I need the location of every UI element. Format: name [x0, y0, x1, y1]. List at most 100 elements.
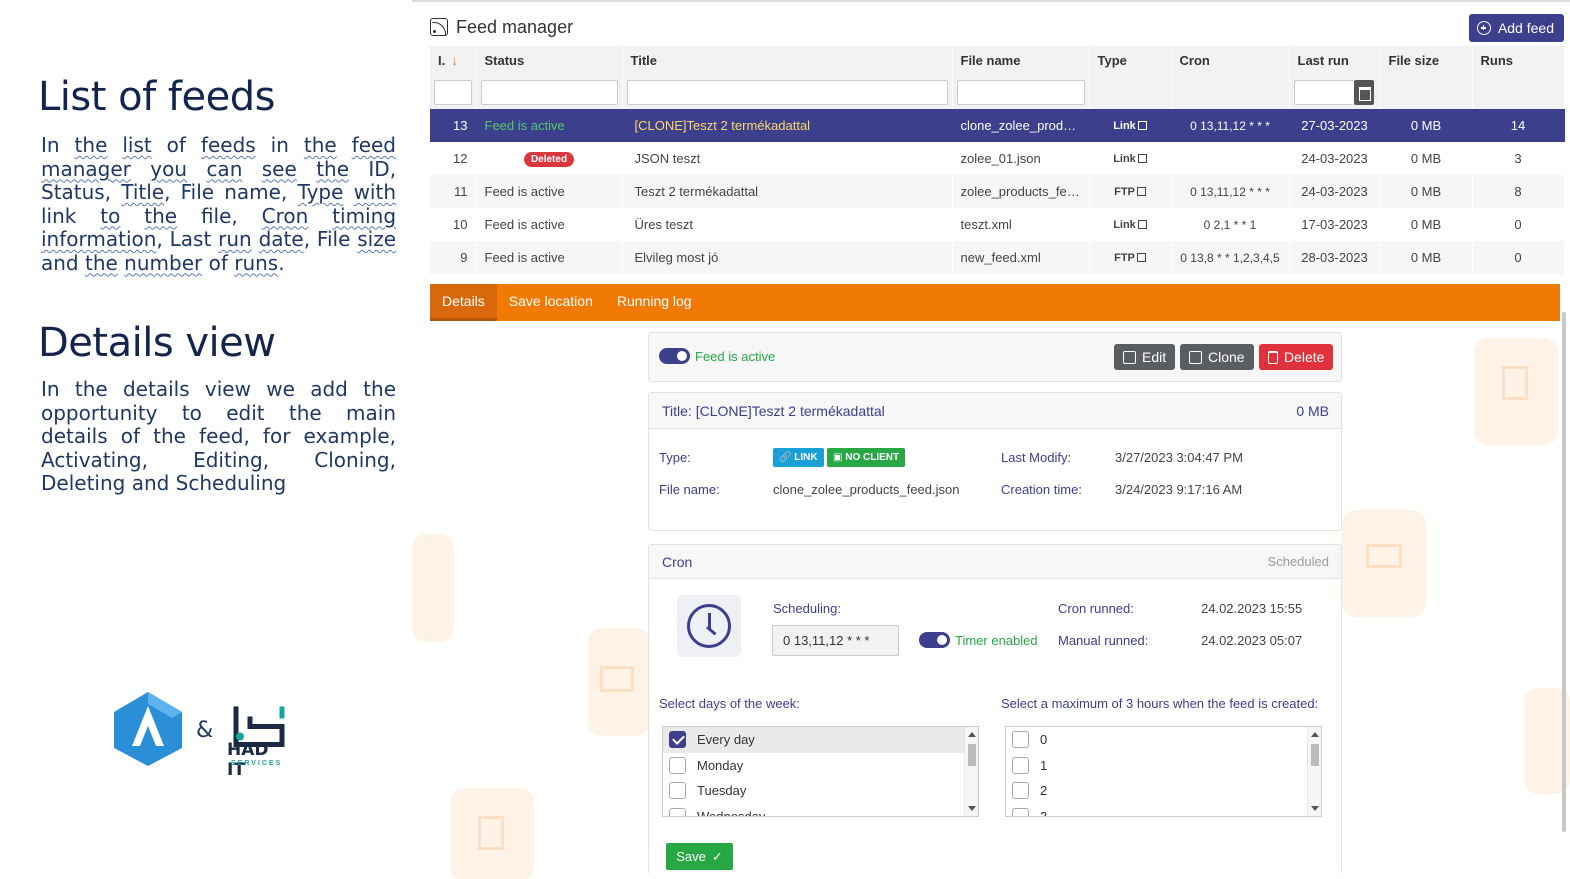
id-cell: 13 — [430, 109, 477, 142]
filter-file-name-input[interactable] — [956, 79, 1085, 105]
clone-label: Clone — [1208, 349, 1245, 365]
last-run-cell: 28-03-2023 — [1289, 241, 1381, 274]
column-header-id[interactable]: I. ↓ — [430, 46, 477, 75]
add-feed-button[interactable]: Add feed — [1468, 14, 1564, 42]
file-size-cell: 0 MB — [1380, 175, 1473, 208]
column-header-file-name[interactable]: File name — [952, 46, 1090, 75]
status-cell: Deleted — [476, 142, 623, 175]
checkbox[interactable] — [669, 807, 686, 816]
column-header-title[interactable]: Title — [622, 46, 953, 75]
type-label: Type: — [659, 450, 691, 465]
column-header-status[interactable]: Status — [476, 46, 623, 75]
type-link[interactable]: FTP — [1089, 241, 1172, 274]
had-it-subtitle: SERVICES — [231, 760, 283, 767]
table-row[interactable]: 9 Feed is active Elvileg most jó new_feed.x… — [430, 241, 1565, 274]
no-client-chip: ▣ NO CLIENT — [827, 448, 906, 467]
file-name-cell: clone_zolee_products... — [952, 109, 1090, 142]
hour-option[interactable]: 2 — [1006, 778, 1321, 804]
checkbox[interactable] — [669, 782, 686, 800]
tab-save-location[interactable]: Save location — [497, 284, 605, 321]
column-header-cron[interactable]: Cron — [1171, 46, 1290, 75]
status-cell: Feed is active — [476, 208, 623, 241]
checkbox[interactable] — [1012, 782, 1029, 800]
cron-cell: 0 13,11,12 * * * — [1171, 175, 1290, 208]
file-size-cell: 0 MB — [1380, 208, 1473, 241]
filter-title-input[interactable] — [626, 79, 948, 105]
filter-status-input[interactable] — [480, 79, 618, 105]
page-scrollbar[interactable] — [1562, 312, 1566, 832]
hour-option[interactable]: 3 — [1006, 804, 1321, 816]
type-link[interactable]: Link — [1089, 208, 1172, 241]
feed-active-toggle[interactable] — [659, 348, 690, 364]
table-row[interactable]: 12 Deleted JSON teszt zolee_01.json Link 24-0… — [430, 142, 1565, 175]
last-run-cell: 17-03-2023 — [1289, 208, 1381, 241]
app-header: Feed manager — [430, 16, 573, 38]
days-scrollbar[interactable] — [964, 727, 978, 816]
external-link-icon — [1137, 219, 1147, 229]
day-option[interactable]: Monday — [663, 753, 978, 779]
watermark-shape — [450, 788, 534, 879]
checkbox[interactable] — [1012, 807, 1029, 816]
checkbox[interactable] — [669, 756, 686, 774]
edit-button[interactable]: Edit — [1114, 344, 1176, 370]
feed-details-panel: Title: [CLONE]Teszt 2 termékadattal 0 MB… — [648, 392, 1342, 531]
partner-logos: & HAD IT SERVICES — [112, 688, 292, 780]
watermark-shape — [1342, 510, 1426, 617]
external-link-icon — [1137, 153, 1147, 163]
creation-time-value: 3/24/2023 9:17:16 AM — [1115, 482, 1243, 497]
cron-status: Scheduled — [1267, 554, 1329, 569]
days-listbox[interactable]: Every day Monday Tuesday Wednesday — [662, 726, 979, 817]
save-label: Save — [676, 849, 706, 864]
save-button[interactable]: Save ✓ — [666, 843, 733, 870]
type-link[interactable]: FTP — [1089, 175, 1172, 208]
title-cell: Teszt 2 termékadattal — [622, 175, 953, 208]
hours-listbox[interactable]: 0123 — [1005, 726, 1322, 817]
table-row[interactable]: 10 Feed is active Üres teszt teszt.xml Link 0… — [430, 208, 1565, 241]
heading-list-of-feeds: List of feeds — [38, 74, 275, 120]
table-row[interactable]: 13 Feed is active [CLONE]Teszt 2 termékada… — [430, 109, 1565, 142]
days-label: Select days of the week: — [659, 696, 800, 711]
column-header-runs[interactable]: Runs — [1472, 46, 1565, 75]
hours-scrollbar[interactable] — [1307, 727, 1321, 816]
type-link[interactable]: Link — [1089, 142, 1172, 175]
column-header-type[interactable]: Type — [1089, 46, 1172, 75]
clone-button[interactable]: Clone — [1180, 344, 1254, 370]
ampersand: & — [196, 718, 214, 743]
table-row[interactable]: 11 Feed is active Teszt 2 termékadattal zol… — [430, 175, 1565, 208]
cron-title: Cron — [662, 553, 693, 570]
day-option[interactable]: Tuesday — [663, 778, 978, 804]
column-header-last-run[interactable]: Last run — [1289, 46, 1381, 75]
scheduling-input[interactable]: 0 13,11,12 * * * — [772, 625, 899, 656]
rss-feed-icon — [430, 18, 448, 36]
last-modify-value: 3/27/2023 3:04:47 PM — [1115, 450, 1243, 465]
filter-id-input[interactable] — [434, 79, 472, 105]
feed-title: Title: [CLONE]Teszt 2 termékadattal — [662, 402, 885, 419]
column-header-file-size[interactable]: File size — [1380, 46, 1473, 75]
feed-actions-panel: Feed is active Edit Clone Delete — [648, 332, 1342, 382]
hour-option[interactable]: 0 — [1006, 727, 1321, 753]
day-option[interactable]: Wednesday — [663, 804, 978, 816]
last-run-cell: 27-03-2023 — [1289, 109, 1381, 142]
checkbox[interactable] — [1012, 731, 1029, 749]
checkbox[interactable] — [669, 731, 686, 749]
delete-button[interactable]: Delete — [1259, 344, 1334, 370]
day-option[interactable]: Every day — [663, 727, 978, 753]
id-cell: 9 — [430, 241, 477, 274]
tab-running-log[interactable]: Running log — [605, 284, 704, 321]
hour-option[interactable]: 1 — [1006, 753, 1321, 779]
cron-header: Cron Scheduled — [649, 545, 1341, 579]
plus-circle-icon — [1476, 21, 1491, 35]
sort-desc-icon[interactable]: ↓ — [451, 53, 458, 68]
calendar-icon[interactable] — [1353, 79, 1374, 105]
checkbox[interactable] — [1012, 756, 1029, 774]
external-link-icon — [1136, 186, 1146, 196]
timer-enabled-toggle[interactable] — [919, 632, 950, 648]
type-link[interactable]: Link — [1089, 109, 1172, 142]
delete-label: Delete — [1284, 349, 1325, 365]
feed-size: 0 MB — [1296, 402, 1329, 419]
title-cell: Elvileg most jó — [622, 241, 953, 274]
filter-last-run-input[interactable] — [1293, 79, 1354, 105]
file-name-cell: teszt.xml — [952, 208, 1090, 241]
last-run-cell: 24-03-2023 — [1289, 142, 1381, 175]
tab-details[interactable]: Details — [430, 284, 497, 321]
